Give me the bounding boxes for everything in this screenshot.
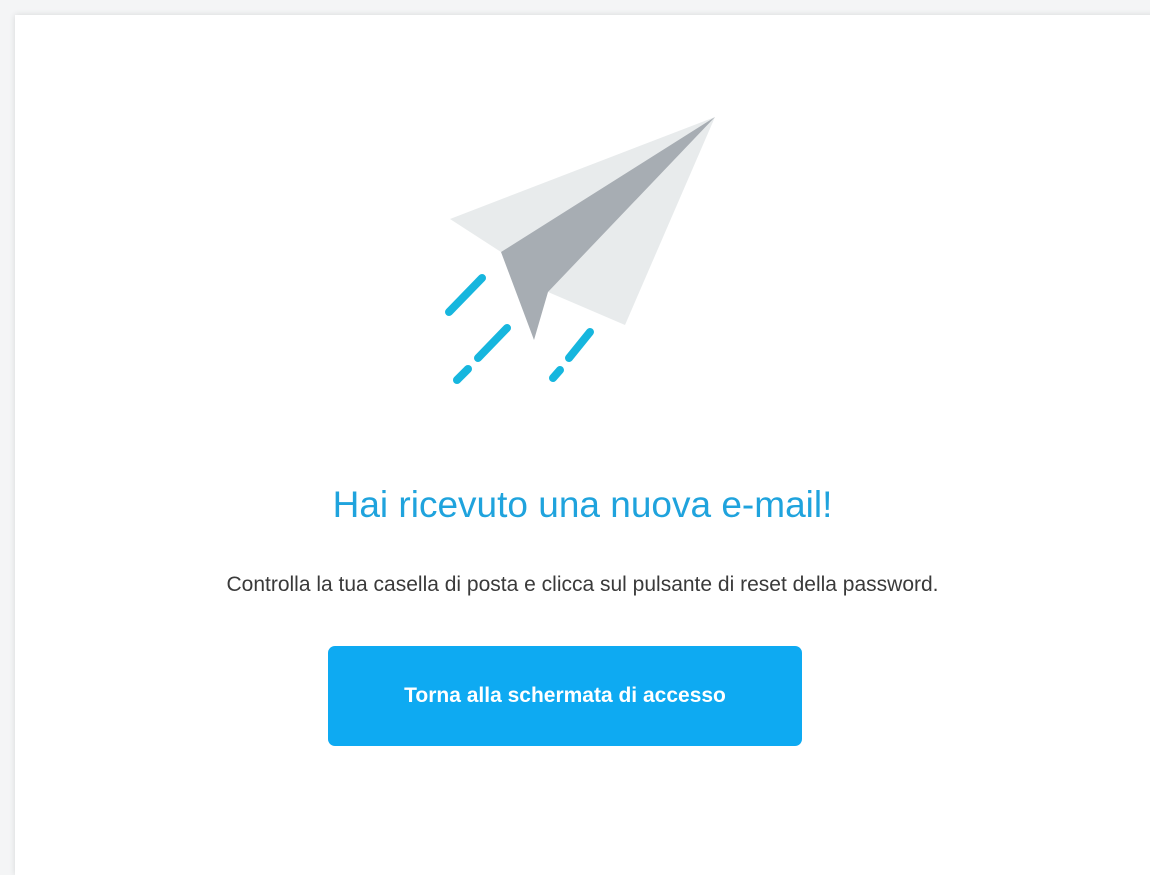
confirmation-message: Controlla la tua casella di posta e clic… [226,573,939,596]
back-to-login-button[interactable]: Torna alla schermata di accesso [328,646,802,746]
paper-plane-icon [445,117,715,384]
confirmation-card: Hai ricevuto una nuova e-mail! Controlla… [15,15,1150,875]
confirmation-title: Hai ricevuto una nuova e-mail! [332,484,833,525]
